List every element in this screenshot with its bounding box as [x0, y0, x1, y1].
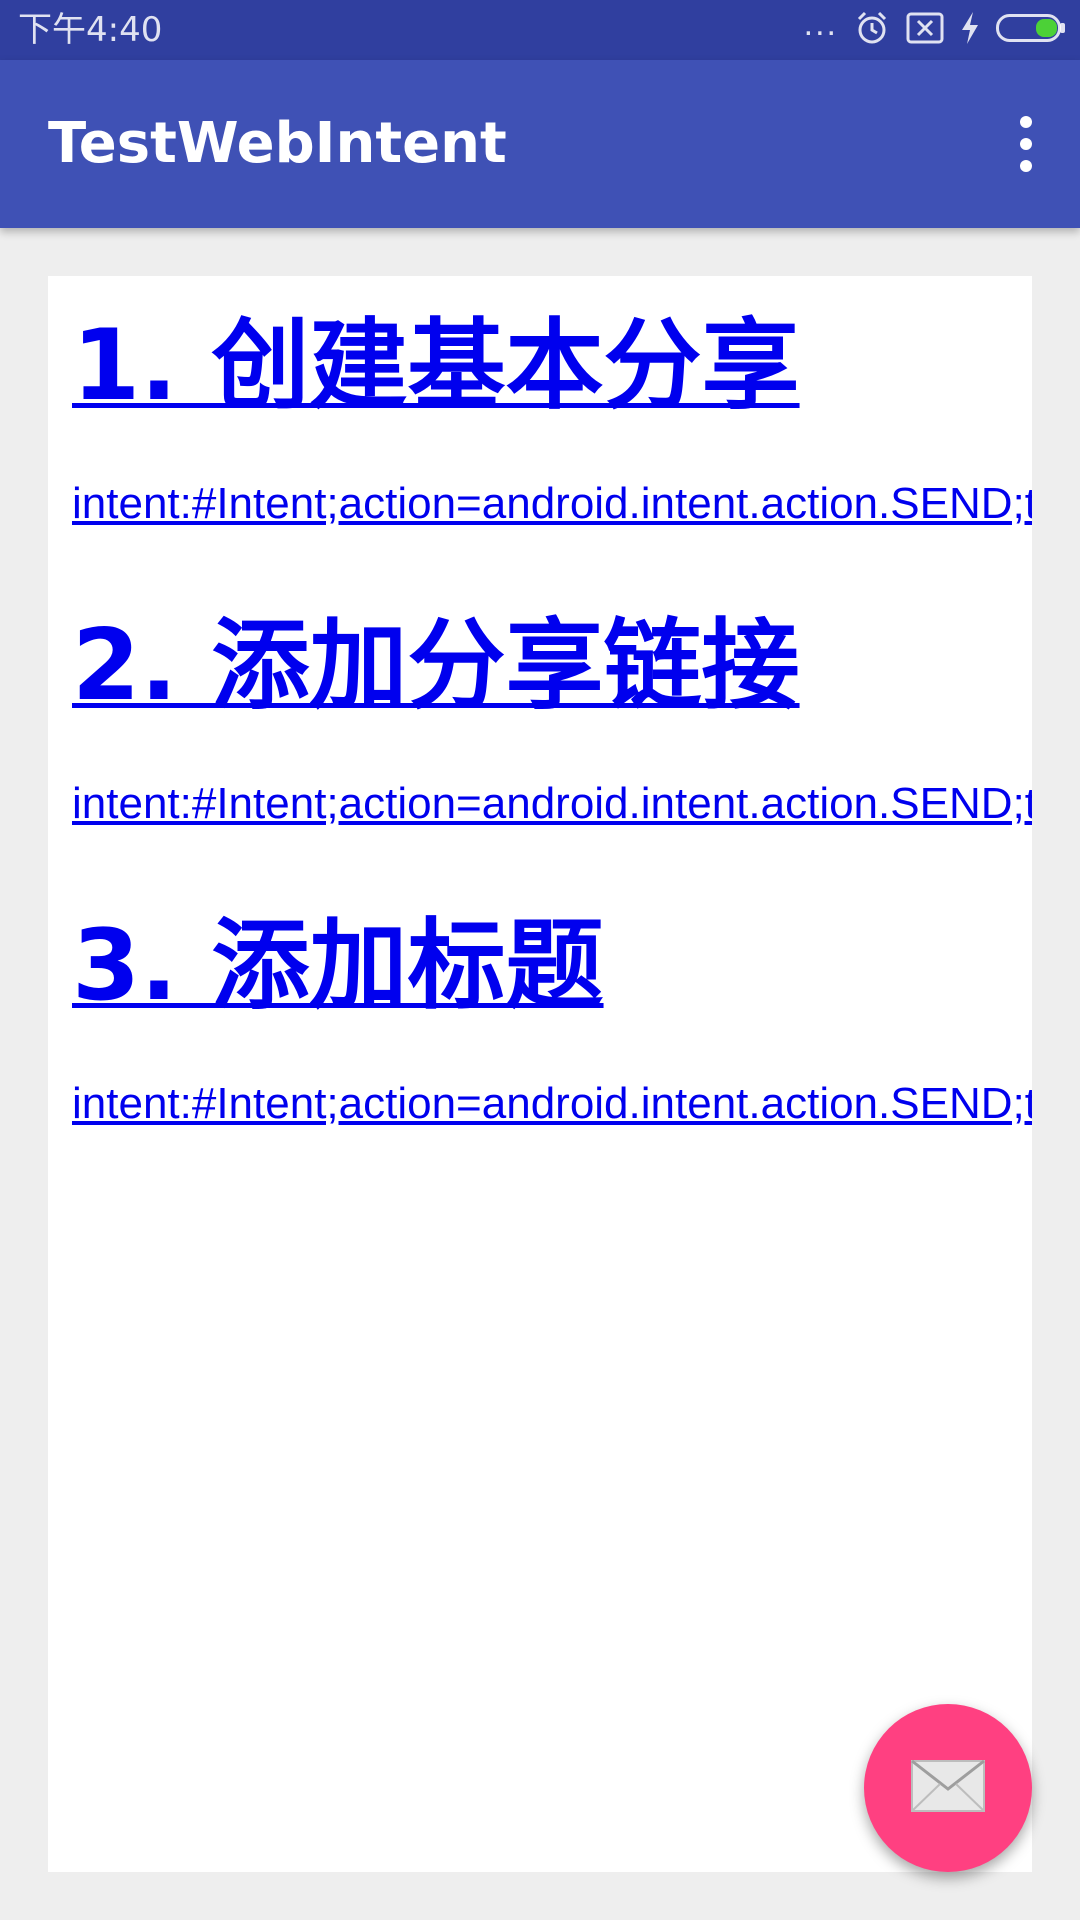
status-bar: 下午4:40 ... [0, 0, 1080, 60]
overflow-dot [1020, 160, 1032, 172]
charging-icon [960, 11, 980, 50]
heading-link-3[interactable]: 3. 添加标题 [72, 906, 604, 1026]
mail-icon [910, 1759, 986, 1818]
app-title: TestWebIntent [48, 111, 507, 176]
overflow-dot [1020, 138, 1032, 150]
battery-icon [996, 13, 1066, 48]
webview: 1. 创建基本分享 intent:#Intent;action=android.… [48, 276, 1032, 1872]
heading-link-1[interactable]: 1. 创建基本分享 [72, 306, 800, 426]
more-dots-icon: ... [803, 5, 838, 43]
app-bar: TestWebIntent [0, 60, 1080, 228]
more-vert-icon[interactable] [992, 110, 1060, 178]
alarm-icon [854, 10, 890, 51]
mail-fab-button[interactable] [864, 1704, 1032, 1872]
no-sim-icon [906, 12, 944, 49]
intent-link-2[interactable]: intent:#Intent;action=android.intent.act… [72, 774, 1032, 834]
intent-link-1[interactable]: intent:#Intent;action=android.intent.act… [72, 474, 1032, 534]
status-time: 下午4:40 [18, 10, 163, 50]
overflow-dot [1020, 116, 1032, 128]
heading-link-2[interactable]: 2. 添加分享链接 [72, 606, 800, 726]
status-icons: ... [788, 5, 1066, 51]
intent-link-3[interactable]: intent:#Intent;action=android.intent.act… [72, 1074, 1032, 1134]
